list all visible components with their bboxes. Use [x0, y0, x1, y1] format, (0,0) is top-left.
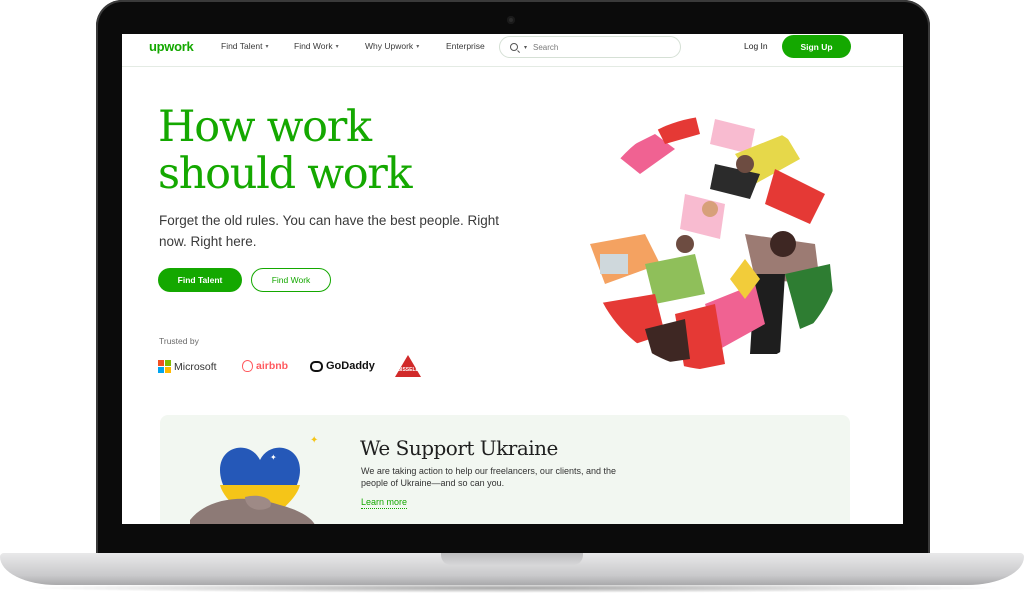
trusted-logos: Microsoft airbnb GoDaddy BISSELL — [158, 355, 458, 379]
signup-button[interactable]: Sign Up — [782, 35, 851, 58]
brand-name: airbnb — [256, 360, 289, 372]
ukraine-title: We Support Ukraine — [360, 436, 558, 460]
login-link[interactable]: Log In — [744, 41, 768, 51]
search-input[interactable]: Search — [533, 43, 558, 52]
nav-item-label: Find Talent — [221, 41, 263, 51]
hero-title: How work should work — [158, 102, 413, 199]
nav-item-label: Enterprise — [446, 41, 485, 51]
nav-why-upwork[interactable]: Why Upwork ▾ — [365, 41, 419, 51]
upwork-logo[interactable]: upwork — [149, 39, 194, 54]
bissell-logo: BISSELL — [395, 355, 421, 377]
airbnb-icon — [242, 360, 253, 372]
sparkle-icon: ✦ — [270, 453, 277, 462]
search-icon — [510, 43, 518, 51]
camera-icon — [507, 16, 515, 24]
chevron-down-icon[interactable]: ▾ — [524, 44, 527, 51]
top-navbar: upwork Find Talent ▾ Find Work ▾ Why Upw… — [122, 34, 903, 67]
sparkle-icon: ✦ — [310, 435, 318, 446]
ukraine-body: We are taking action to help our freelan… — [361, 466, 616, 488]
nav-item-label: Find Work — [294, 41, 333, 51]
nav-item-label: Why Upwork — [365, 41, 414, 51]
chevron-down-icon: ▾ — [416, 43, 420, 50]
brand-name: GoDaddy — [326, 360, 375, 372]
find-talent-button[interactable]: Find Talent — [158, 268, 242, 292]
nav-enterprise[interactable]: Enterprise — [446, 41, 485, 51]
search-bar[interactable]: ▾ Search — [499, 36, 681, 58]
find-work-button[interactable]: Find Work — [251, 268, 331, 292]
laptop-notch — [441, 553, 583, 565]
microsoft-logo: Microsoft — [158, 360, 217, 373]
godaddy-icon — [310, 360, 323, 372]
godaddy-logo: GoDaddy — [310, 360, 375, 372]
trusted-by-label: Trusted by — [159, 336, 199, 346]
brand-name: Microsoft — [174, 360, 217, 373]
microsoft-icon — [158, 360, 171, 373]
browser-screen: upwork Find Talent ▾ Find Work ▾ Why Upw… — [122, 34, 903, 524]
bissell-icon: BISSELL — [395, 355, 421, 377]
ukraine-heart-illustration: ✦ ✦ — [190, 435, 318, 524]
hero-illustration — [588, 116, 842, 370]
nav-find-talent[interactable]: Find Talent ▾ — [221, 41, 268, 51]
nav-find-work[interactable]: Find Work ▾ — [294, 41, 339, 51]
chevron-down-icon: ▾ — [265, 43, 269, 50]
ukraine-support-card: ✦ ✦ We Support Ukraine We are taking act… — [160, 415, 850, 524]
chevron-down-icon: ▾ — [335, 43, 339, 50]
learn-more-link[interactable]: Learn more — [361, 497, 408, 509]
brand-name: BISSELL — [397, 367, 419, 373]
hero-subtitle: Forget the old rules. You can have the b… — [159, 213, 499, 249]
airbnb-logo: airbnb — [242, 360, 288, 372]
